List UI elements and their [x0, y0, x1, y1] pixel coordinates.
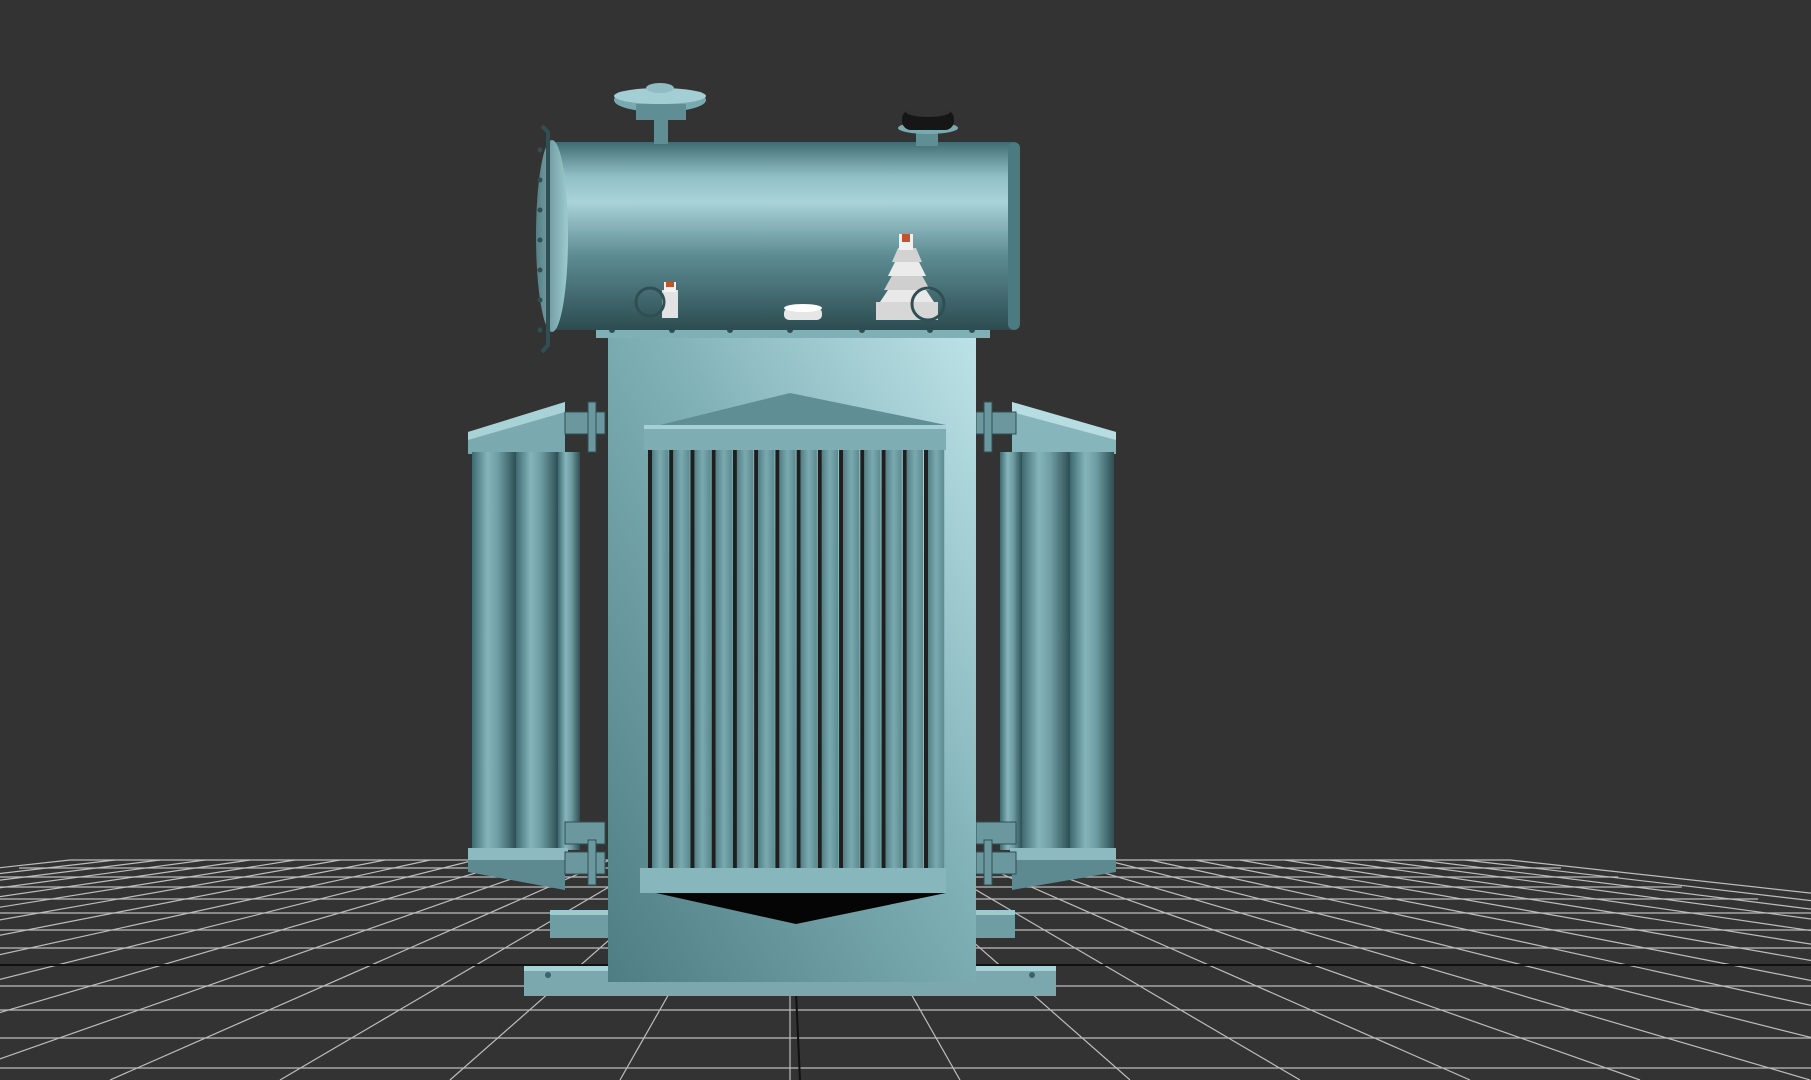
fin-gap [924, 450, 928, 868]
radiator-fin [843, 450, 860, 868]
fin-gap [732, 450, 737, 868]
fin-gap [690, 450, 695, 868]
radiator-fin [800, 450, 817, 868]
grid-line [0, 859, 341, 921]
left-radiator-bank [468, 401, 606, 890]
grid-line [0, 859, 206, 889]
fin-gap [860, 450, 865, 868]
grid-line [1149, 859, 1811, 1007]
radiator-fin [928, 450, 945, 868]
radiator-fin [758, 450, 775, 868]
grid-line [1239, 859, 1811, 962]
radiator-fin [821, 450, 839, 868]
fin-gap [775, 450, 780, 868]
grid-line [1059, 859, 1811, 1080]
fin-gap [796, 450, 801, 868]
conservator-tank [536, 124, 1020, 354]
fin-gap [648, 450, 652, 868]
top-fittings [614, 83, 958, 146]
radiator-fin [906, 450, 923, 868]
3d-viewport[interactable] [0, 0, 1811, 1080]
fin-gap [817, 450, 822, 868]
viewport-canvas[interactable] [0, 0, 1811, 1080]
fin-gap [669, 450, 674, 868]
grid-line [0, 859, 116, 875]
radiator-fin [652, 450, 669, 868]
grid-line [1014, 859, 1641, 1080]
grid-line [1104, 859, 1811, 1039]
radiator-fin [864, 450, 881, 868]
radiator-fin [779, 450, 796, 868]
grid-line [1329, 859, 1811, 932]
transformer-model[interactable] [468, 83, 1116, 996]
fin-gap [902, 450, 907, 868]
oil-level-gauge [784, 304, 822, 320]
fin-gap [711, 450, 716, 868]
fin-gap [839, 450, 844, 868]
fin-gap [754, 450, 759, 868]
radiator-fin [715, 450, 732, 868]
radiator-fin [885, 450, 902, 868]
radiator-fin [736, 450, 754, 868]
fin-gap [881, 450, 886, 868]
grid-line [0, 859, 386, 936]
grid-line [0, 859, 476, 981]
grid-line [1194, 859, 1811, 982]
radiator-fin [694, 450, 711, 868]
right-radiator-bank [975, 401, 1116, 890]
grid-line [0, 859, 521, 1014]
radiator-fin [673, 450, 690, 868]
